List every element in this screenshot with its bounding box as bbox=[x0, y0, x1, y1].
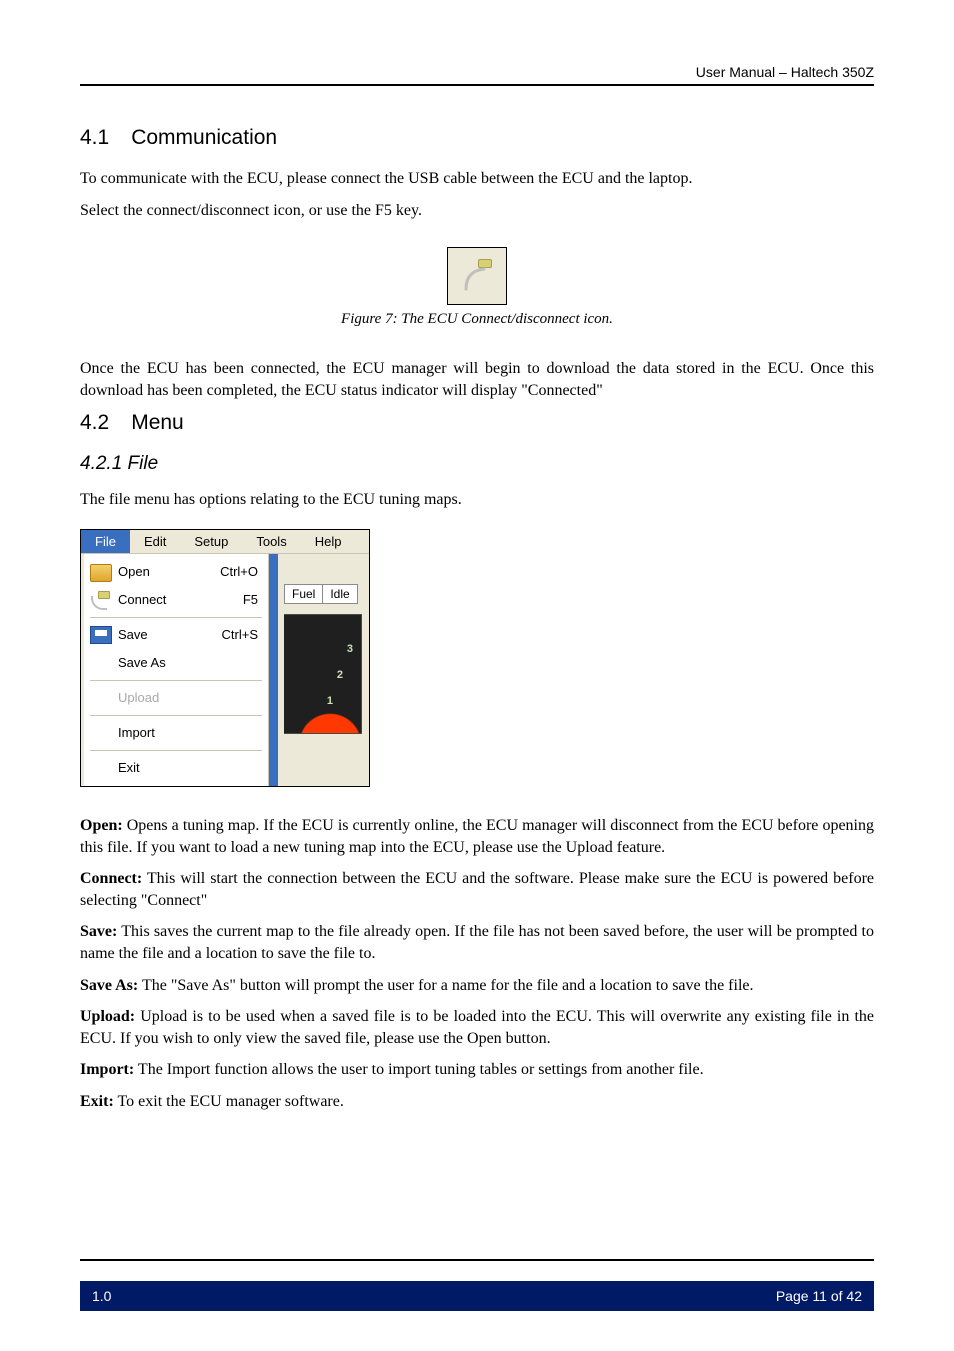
menu-item-shortcut: F5 bbox=[243, 592, 258, 607]
menubar-item-file[interactable]: File bbox=[81, 530, 130, 553]
tab-idle[interactable]: Idle bbox=[323, 585, 356, 603]
def-upload: Upload: Upload is to be used when a save… bbox=[80, 1006, 874, 1049]
def-exit: Exit: To exit the ECU manager software. bbox=[80, 1091, 874, 1113]
section-4-2-1-heading: 4.2.1 File bbox=[80, 453, 874, 475]
menu-item-save[interactable]: SaveCtrl+S bbox=[84, 621, 268, 649]
def-save: Save: This saves the current map to the … bbox=[80, 921, 874, 964]
section-4-1-number: 4.1 bbox=[80, 126, 109, 149]
menu-item-label: Import bbox=[118, 725, 258, 740]
menu-separator bbox=[90, 715, 262, 716]
menu-item-save-as[interactable]: Save As bbox=[84, 649, 268, 677]
menu-item-label: Save As bbox=[118, 655, 258, 670]
menu-item-label: Connect bbox=[118, 592, 243, 607]
def-open: Open: Opens a tuning map. If the ECU is … bbox=[80, 815, 874, 858]
footer-version: 1.0 bbox=[92, 1288, 111, 1304]
menubar-item-help[interactable]: Help bbox=[301, 530, 356, 553]
menu-item-label: Open bbox=[118, 564, 220, 579]
gauge-tick: 1 bbox=[327, 695, 333, 707]
rpm-gauge: 3 2 1 bbox=[284, 614, 362, 734]
menu-item-connect[interactable]: ConnectF5 bbox=[84, 586, 268, 614]
file-menu-screenshot: File Edit Setup Tools Help OpenCtrl+OCon… bbox=[80, 529, 370, 787]
section-4-1-title: Communication bbox=[131, 126, 277, 149]
section-4-2-title: Menu bbox=[131, 411, 184, 434]
menu-separator bbox=[90, 617, 262, 618]
menu-item-label: Exit bbox=[118, 760, 258, 775]
section-4-2-1-para-1: The file menu has options relating to th… bbox=[80, 489, 874, 511]
menu-item-import[interactable]: Import bbox=[84, 719, 268, 747]
gauge-tick: 2 bbox=[337, 669, 343, 681]
menu-separator bbox=[90, 680, 262, 681]
section-4-2-1-title: File bbox=[128, 453, 159, 474]
def-import: Import: The Import function allows the u… bbox=[80, 1059, 874, 1081]
menu-separator bbox=[90, 750, 262, 751]
open-icon bbox=[90, 564, 112, 582]
menubar-item-tools[interactable]: Tools bbox=[242, 530, 300, 553]
connect-icon bbox=[90, 591, 112, 609]
section-4-1-heading: 4.1 Communication bbox=[80, 126, 874, 150]
menubar: File Edit Setup Tools Help bbox=[81, 530, 369, 554]
section-4-1-para-1: To communicate with the ECU, please conn… bbox=[80, 168, 874, 190]
menu-item-upload: Upload bbox=[84, 684, 268, 712]
footer-page-number: Page 11 of 42 bbox=[776, 1288, 862, 1304]
gauge-panel: Fuel Idle 3 2 1 bbox=[278, 554, 369, 786]
section-4-1-para-3: Once the ECU has been connected, the ECU… bbox=[80, 358, 874, 401]
header-title: User Manual – Haltech 350Z bbox=[80, 64, 874, 80]
figure-7-connect-icon-box bbox=[447, 247, 507, 305]
section-4-2-number: 4.2 bbox=[80, 411, 109, 434]
menu-item-open[interactable]: OpenCtrl+O bbox=[84, 558, 268, 586]
connect-disconnect-icon bbox=[460, 259, 494, 293]
menu-item-exit[interactable]: Exit bbox=[84, 754, 268, 782]
blank-icon bbox=[90, 724, 112, 742]
footer-rule bbox=[80, 1259, 874, 1261]
def-saveas: Save As: The "Save As" button will promp… bbox=[80, 975, 874, 997]
def-connect: Connect: This will start the connection … bbox=[80, 868, 874, 911]
gauge-tabs: Fuel Idle bbox=[284, 584, 358, 604]
section-4-1-para-2: Select the connect/disconnect icon, or u… bbox=[80, 200, 874, 222]
page-footer: 1.0 Page 11 of 42 bbox=[80, 1281, 874, 1311]
section-4-2-1-number: 4.2.1 bbox=[80, 453, 122, 474]
blank-icon bbox=[90, 689, 112, 707]
menubar-item-edit[interactable]: Edit bbox=[130, 530, 180, 553]
blank-icon bbox=[90, 759, 112, 777]
section-4-2-heading: 4.2 Menu bbox=[80, 411, 874, 435]
menu-item-label: Save bbox=[118, 627, 222, 642]
header-rule bbox=[80, 84, 874, 86]
panel-stripe bbox=[269, 554, 278, 786]
gauge-tick: 3 bbox=[347, 643, 353, 655]
file-dropdown: OpenCtrl+OConnectF5SaveCtrl+SSave AsUplo… bbox=[84, 554, 269, 786]
tab-fuel[interactable]: Fuel bbox=[285, 585, 323, 603]
menu-item-label: Upload bbox=[118, 690, 258, 705]
blank-icon bbox=[90, 654, 112, 672]
menu-item-shortcut: Ctrl+O bbox=[220, 564, 258, 579]
figure-7-caption: Figure 7: The ECU Connect/disconnect ico… bbox=[80, 311, 874, 328]
save-icon bbox=[90, 626, 112, 644]
menu-item-shortcut: Ctrl+S bbox=[222, 627, 258, 642]
menubar-item-setup[interactable]: Setup bbox=[180, 530, 242, 553]
